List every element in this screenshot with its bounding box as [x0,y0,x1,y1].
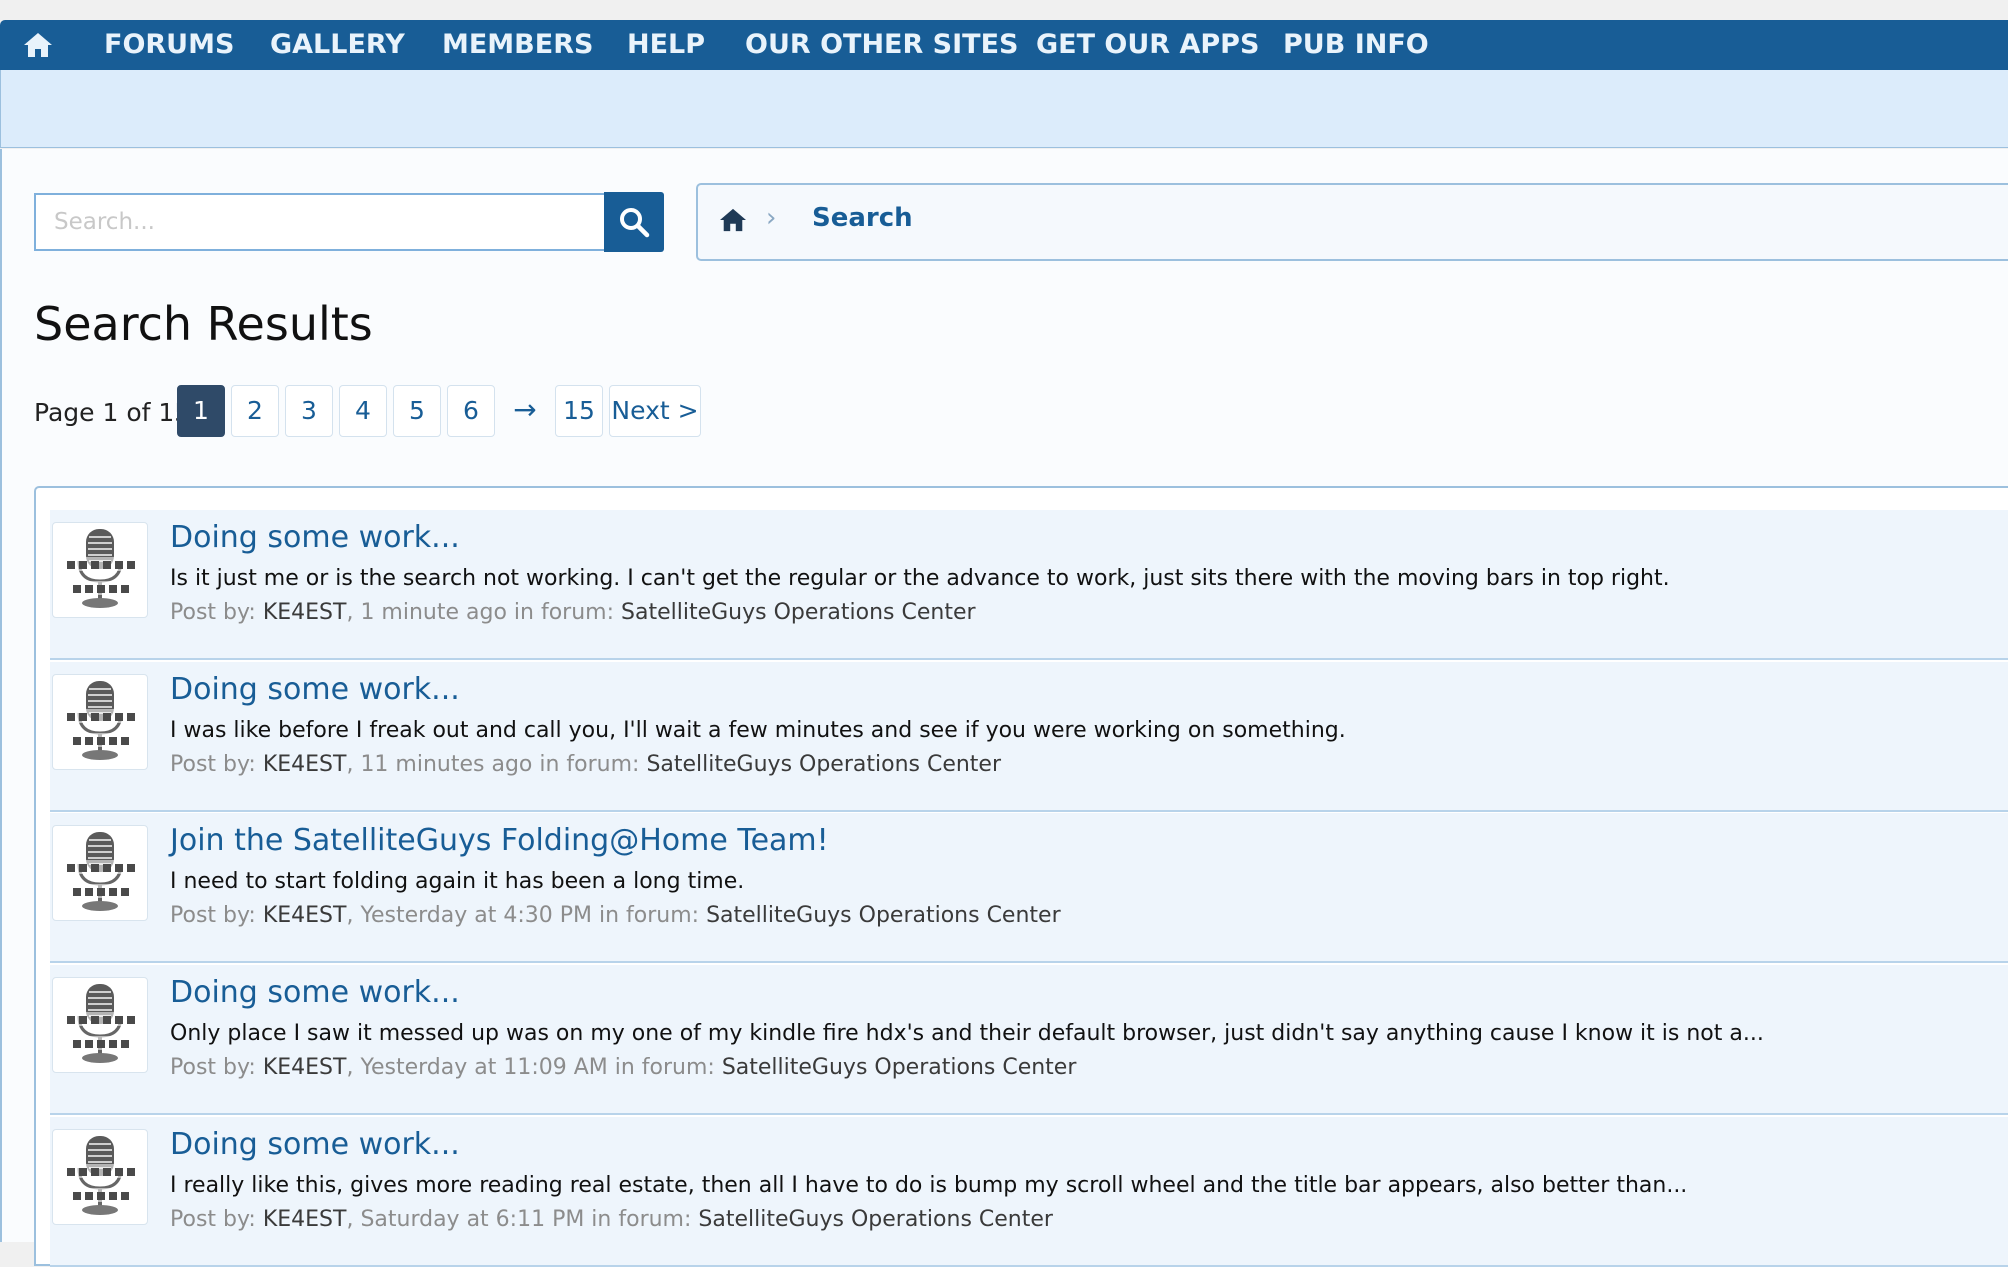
result-meta: Post by: KE4EST, Yesterday at 4:30 PM in… [170,903,1061,928]
forum-link[interactable]: SatelliteGuys Operations Center [706,903,1061,928]
meta-prefix: Post by: [170,752,263,777]
microphone-avatar-icon [63,681,137,760]
nav-item-get-our-apps[interactable]: GET OUR APPS [1036,20,1259,70]
meta-prefix: Post by: [170,1207,263,1232]
result-item: Doing some work... Only place I saw it me… [50,965,2008,1115]
search-button[interactable] [604,192,664,252]
result-title-link[interactable]: Doing some work... [170,1127,460,1162]
main-navbar: FORUMS GALLERY MEMBERS HELP OUR OTHER SI… [0,20,2008,70]
breadcrumb-home-icon[interactable] [718,207,748,237]
result-snippet: Only place I saw it messed up was on my … [170,1021,1764,1046]
result-meta: Post by: KE4EST, Saturday at 6:11 PM in … [170,1207,1053,1232]
page-info: Page 1 of 15 [34,398,191,427]
avatar[interactable] [52,825,148,921]
nav-item-members[interactable]: MEMBERS [442,20,593,70]
nav-item-gallery[interactable]: GALLERY [270,20,405,70]
result-item: Doing some work... I was like before I fr… [50,662,2008,812]
meta-time: , Yesterday at 4:30 PM in forum: [346,903,707,928]
result-title-link[interactable]: Doing some work... [170,672,460,707]
page-link-2[interactable]: 2 [231,385,279,437]
meta-prefix: Post by: [170,1055,263,1080]
meta-time: , 11 minutes ago in forum: [346,752,647,777]
result-meta: Post by: KE4EST, 11 minutes ago in forum… [170,752,1001,777]
page-title: Search Results [34,297,373,351]
microphone-avatar-icon [63,1136,137,1215]
nav-item-forums[interactable]: FORUMS [104,20,234,70]
meta-prefix: Post by: [170,600,263,625]
result-snippet: I need to start folding again it has bee… [170,869,745,894]
meta-time: , 1 minute ago in forum: [346,600,621,625]
page-link-6[interactable]: 6 [447,385,495,437]
result-title-link[interactable]: Join the SatelliteGuys Folding@Home Team… [170,823,829,858]
avatar[interactable] [52,977,148,1073]
forum-link[interactable]: SatelliteGuys Operations Center [621,600,976,625]
page-jump-arrow[interactable]: → [501,385,549,437]
home-icon[interactable] [22,31,54,59]
page-link-4[interactable]: 4 [339,385,387,437]
nav-item-our-other-sites[interactable]: OUR OTHER SITES [745,20,1018,70]
result-item: Doing some work... I really like this, gi… [50,1117,2008,1267]
result-item: Doing some work... Is it just me or is th… [50,510,2008,660]
page-link-1[interactable]: 1 [177,385,225,437]
search-icon [620,208,650,238]
microphone-avatar-icon [63,529,137,608]
meta-prefix: Post by: [170,903,263,928]
result-title-link[interactable]: Doing some work... [170,520,460,555]
avatar[interactable] [52,674,148,770]
page-link-3[interactable]: 3 [285,385,333,437]
forum-link[interactable]: SatelliteGuys Operations Center [722,1055,1077,1080]
breadcrumb: › Search [696,183,2008,261]
result-item: Join the SatelliteGuys Folding@Home Team… [50,813,2008,963]
breadcrumb-current[interactable]: Search [812,203,913,233]
forum-link[interactable]: SatelliteGuys Operations Center [646,752,1001,777]
result-snippet: Is it just me or is the search not worki… [170,566,1670,591]
page-link-last[interactable]: 15 [555,385,603,437]
microphone-avatar-icon [63,984,137,1063]
author-link[interactable]: KE4EST [263,1055,347,1080]
search-input[interactable] [34,193,606,251]
author-link[interactable]: KE4EST [263,1207,347,1232]
result-snippet: I really like this, gives more reading r… [170,1173,1688,1198]
microphone-avatar-icon [63,832,137,911]
result-meta: Post by: KE4EST, 1 minute ago in forum: … [170,600,976,625]
nav-item-pub-info[interactable]: PUB INFO [1283,20,1429,70]
forum-link[interactable]: SatelliteGuys Operations Center [698,1207,1053,1232]
author-link[interactable]: KE4EST [263,903,347,928]
avatar[interactable] [52,522,148,618]
meta-time: , Saturday at 6:11 PM in forum: [346,1207,699,1232]
breadcrumb-separator: › [766,203,777,233]
author-link[interactable]: KE4EST [263,752,347,777]
page-link-5[interactable]: 5 [393,385,441,437]
avatar[interactable] [52,1129,148,1225]
meta-time: , Yesterday at 11:09 AM in forum: [346,1055,722,1080]
nav-item-help[interactable]: HELP [627,20,705,70]
result-meta: Post by: KE4EST, Yesterday at 11:09 AM i… [170,1055,1076,1080]
next-page-button[interactable]: Next > [609,385,701,437]
sub-navbar [0,70,2008,148]
result-title-link[interactable]: Doing some work... [170,975,460,1010]
result-snippet: I was like before I freak out and call y… [170,718,1346,743]
author-link[interactable]: KE4EST [263,600,347,625]
